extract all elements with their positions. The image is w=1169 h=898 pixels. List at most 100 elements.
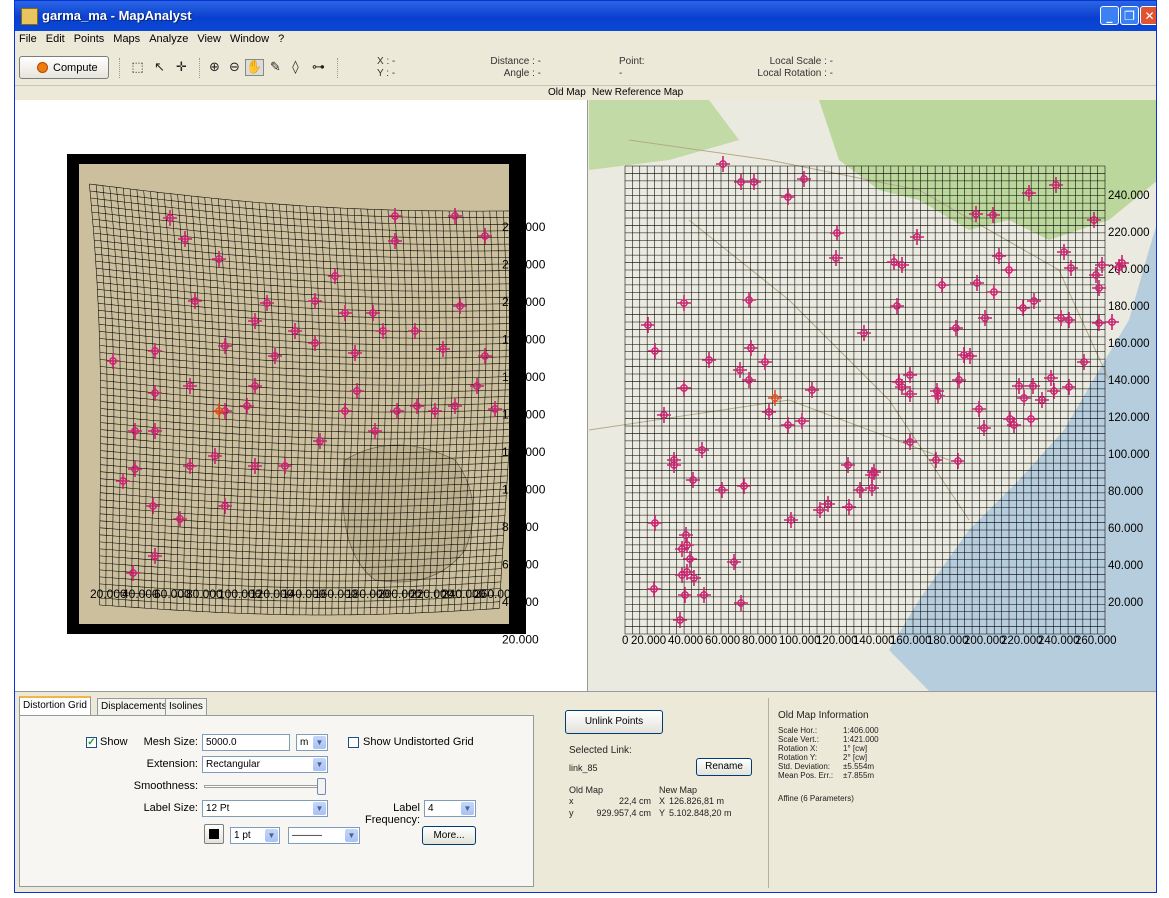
new-map-link-marker[interactable] [747,174,761,190]
mesh-size-input[interactable]: 5000.0 [202,734,290,751]
new-map-link-marker[interactable] [762,404,776,420]
new-map-link-marker[interactable] [929,452,943,468]
move-point-icon[interactable]: ✛ [173,60,190,75]
compute-button[interactable]: Compute [19,56,109,79]
new-map-link-marker[interactable] [742,372,756,388]
menu-points[interactable]: Points [70,31,110,45]
unlink-points-button[interactable]: Unlink Points [565,710,663,734]
menu-maps[interactable]: Maps [109,31,145,45]
new-map-link-marker[interactable] [887,254,901,270]
new-map-link-marker[interactable] [781,189,795,205]
show-checkbox[interactable]: ✓ [86,737,97,748]
new-map-link-marker[interactable] [744,340,758,356]
new-map-link-marker[interactable] [1057,244,1071,260]
new-map-link-marker[interactable] [1002,262,1016,278]
select-point-icon[interactable]: ⬚ [129,60,146,75]
menu-analyze[interactable]: Analyze [145,31,193,45]
new-map-link-marker[interactable] [742,292,756,308]
tab-displacements[interactable]: Displacements [97,698,171,715]
new-map-link-marker[interactable] [1047,383,1061,399]
new-map-link-marker[interactable] [1035,392,1049,408]
new-map-link-marker[interactable] [1092,280,1106,296]
new-map-link-marker[interactable] [1016,300,1030,316]
new-map-link-marker[interactable] [1105,314,1119,330]
menu-edit[interactable]: Edit [42,31,70,45]
new-map-link-marker[interactable] [853,482,867,498]
pan-hand-icon[interactable]: ✋ [245,59,264,76]
new-map-link-marker[interactable] [865,480,879,496]
new-map-link-marker[interactable] [733,362,747,378]
menu-view[interactable]: View [193,31,226,45]
new-map-link-marker[interactable] [951,453,965,469]
new-map-link-marker[interactable] [952,372,966,388]
maximize-button[interactable]: ❐ [1120,6,1139,25]
old-map-canvas[interactable]: 240.000 220.000 200.000 180.000 160.000 140.0… [15,100,587,691]
label-size-select[interactable]: 12 Pt ▼ [202,800,328,817]
new-map-link-marker[interactable] [758,354,772,370]
new-map-link-marker[interactable] [657,407,671,423]
new-map-link-marker[interactable] [734,595,748,611]
new-reference-map-view[interactable]: 240.000 220.000 200.000 180.000 160.000 140.0… [589,100,1157,691]
pin-icon[interactable]: ◊ [287,60,304,75]
new-map-link-marker[interactable] [935,277,949,293]
new-map-link-marker[interactable] [641,317,655,333]
new-map-link-marker[interactable] [1077,354,1091,370]
extension-select[interactable]: Rectangular ▼ [202,756,328,773]
new-map-link-marker[interactable] [1092,315,1106,331]
new-map-link-marker[interactable] [727,554,741,570]
new-map-link-marker[interactable] [784,512,798,528]
rename-button[interactable]: Rename [696,758,752,776]
new-map-link-marker[interactable] [987,284,1001,300]
new-map-link-marker[interactable] [648,343,662,359]
new-map-link-marker[interactable] [734,174,748,190]
new-map-link-marker[interactable] [949,320,963,336]
smoothness-slider-track[interactable] [204,785,326,788]
new-map-link-marker[interactable] [677,380,691,396]
menu-window[interactable]: Window [226,31,274,45]
grid-color-button[interactable] [204,824,224,844]
old-map-view[interactable]: 240.000 220.000 200.000 180.000 160.000 140.0… [15,100,588,691]
new-map-link-marker[interactable] [715,482,729,498]
new-map-link-marker[interactable] [957,347,971,363]
new-map-link-marker[interactable] [1095,257,1109,273]
tab-isolines[interactable]: Isolines [165,698,207,715]
zoom-in-icon[interactable]: ⊕ [206,60,223,75]
show-undistorted-grid-checkbox[interactable] [348,737,359,748]
line-width-select[interactable]: 1 pt ▼ [230,827,280,844]
new-map-link-marker[interactable] [903,367,917,383]
menu-help[interactable]: ? [274,31,289,45]
new-map-link-marker[interactable] [648,515,662,531]
close-button[interactable]: ✕ [1140,6,1156,25]
new-map-link-marker[interactable] [673,612,687,628]
more-button[interactable]: More... [422,826,476,845]
new-map-link-marker[interactable] [1024,411,1038,427]
new-map-link-marker[interactable] [702,352,716,368]
new-map-link-marker[interactable] [978,310,992,326]
new-map-link-marker[interactable] [781,417,795,433]
new-map-canvas[interactable]: 240.000220.000200.000180.000160.000140.0… [589,100,1157,691]
label-frequency-select[interactable]: 4 ▼ [424,800,476,817]
fit-extent-icon[interactable]: ⊶ [310,60,327,75]
new-map-link-marker[interactable] [1026,378,1040,394]
new-map-link-marker[interactable] [737,478,751,494]
new-map-link-marker[interactable] [972,401,986,417]
new-map-link-marker[interactable] [895,257,909,273]
new-map-link-marker[interactable] [910,229,924,245]
new-map-link-marker[interactable] [1027,293,1041,309]
tab-distortion-grid[interactable]: Distortion Grid [19,696,91,715]
menu-file[interactable]: File [15,31,42,45]
new-map-link-marker[interactable] [795,413,809,429]
new-map-link-marker[interactable] [829,250,843,266]
new-map-link-marker[interactable] [963,348,977,364]
new-map-link-marker[interactable] [683,551,697,567]
new-map-link-marker[interactable] [647,581,661,597]
new-map-link-marker[interactable] [679,527,693,543]
smoothness-slider-thumb[interactable] [317,778,326,795]
new-map-link-marker[interactable] [890,298,904,314]
new-map-link-marker[interactable] [716,156,730,172]
add-point-icon[interactable]: ↖ [151,60,168,75]
new-map-link-marker[interactable] [830,225,844,241]
minimize-button[interactable]: _ [1100,6,1119,25]
line-style-select[interactable]: ——— ▼ [288,827,360,844]
new-map-link-marker[interactable] [1089,267,1103,283]
